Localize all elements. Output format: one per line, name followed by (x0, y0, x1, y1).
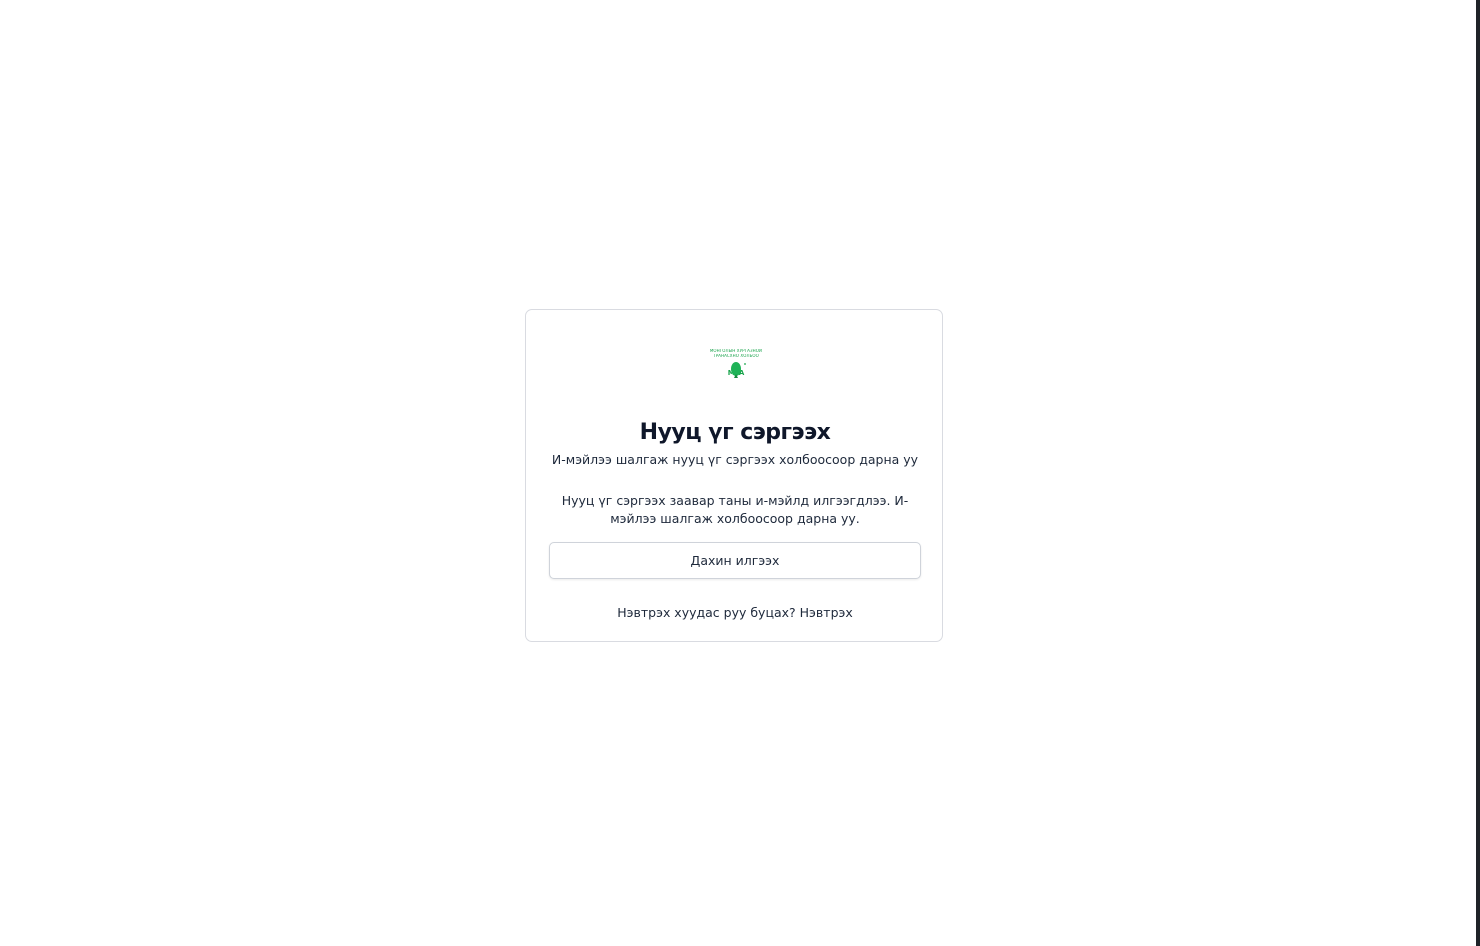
window-edge (1476, 0, 1480, 946)
login-link[interactable]: Нэвтрэх (800, 605, 853, 620)
reset-instructions-message: Нууц үг сэргээх заавар таны и-мэйлд илгэ… (561, 493, 909, 526)
page: МОНГОЛЫН ХУРГАЗНОЙ ТРАНАСХНО ХОЛБОО MTA … (0, 0, 1476, 946)
organization-logo: МОНГОЛЫН ХУРГАЗНОЙ ТРАНАСХНО ХОЛБОО MTA (708, 347, 764, 379)
password-reset-card: МОНГОЛЫН ХУРГАЗНОЙ ТРАНАСХНО ХОЛБОО MTA … (525, 309, 943, 642)
back-to-login-prompt: Нэвтрэх хуудас руу буцах? (617, 605, 796, 620)
back-to-login: Нэвтрэх хуудас руу буцах? Нэвтрэх (526, 604, 944, 622)
logo-mark-icon: MTA (728, 362, 746, 378)
logo-text-line2: ТРАНАСХНО ХОЛБОО (713, 354, 759, 358)
resend-button[interactable]: Дахин илгээх (549, 542, 921, 579)
page-title: Нууц үг сэргээх (639, 420, 831, 445)
page-subtitle: И-мэйлээ шалгаж нууц үг сэргээх холбоосо… (551, 452, 919, 467)
logo-text-line1: МОНГОЛЫН ХУРГАЗНОЙ (709, 349, 763, 353)
